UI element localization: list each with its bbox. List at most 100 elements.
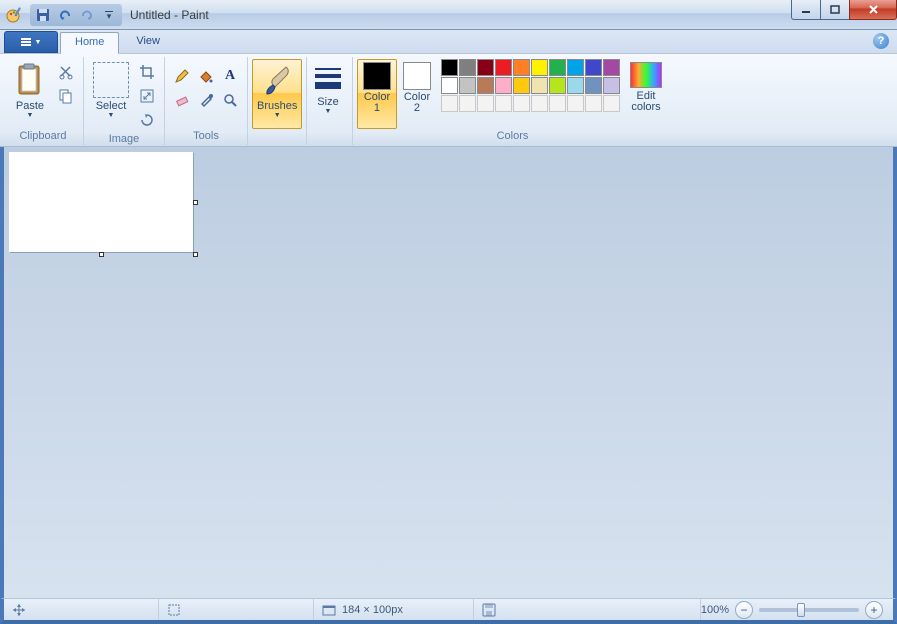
color-swatch[interactable] [603, 77, 620, 94]
status-canvas-size: 184 × 100px [314, 599, 474, 620]
color-swatch[interactable] [585, 59, 602, 76]
zoom-slider[interactable] [759, 608, 859, 612]
canvas-size-icon [322, 603, 336, 617]
title-bar: ▾ Untitled - Paint [0, 0, 897, 30]
magnifier-tool[interactable] [219, 89, 241, 111]
color-swatch[interactable] [495, 95, 512, 112]
color-swatch[interactable] [513, 95, 530, 112]
group-colors: Color 1 Color 2 Edit colors Colors [353, 57, 672, 145]
color-swatch[interactable] [441, 59, 458, 76]
size-icon [312, 62, 344, 94]
color-swatch[interactable] [531, 95, 548, 112]
color1-swatch [363, 62, 391, 90]
color-palette [437, 59, 624, 112]
color2-button[interactable]: Color 2 [397, 59, 437, 129]
color-swatch[interactable] [459, 77, 476, 94]
color-swatch[interactable] [531, 77, 548, 94]
pencil-tool[interactable] [171, 65, 193, 87]
color-swatch[interactable] [495, 59, 512, 76]
brushes-label: Brushes [257, 100, 297, 112]
color-swatch[interactable] [549, 59, 566, 76]
group-label-image: Image [88, 133, 160, 146]
cut-button[interactable] [55, 61, 77, 83]
file-menu-button[interactable]: ▼ [4, 31, 58, 53]
color-picker-tool[interactable] [195, 89, 217, 111]
maximize-button[interactable] [820, 0, 849, 20]
window-title: Untitled - Paint [130, 8, 209, 22]
rotate-button[interactable] [136, 109, 158, 131]
group-brushes: Brushes ▼ [248, 57, 307, 145]
select-button[interactable]: Select ▼ [88, 59, 134, 129]
close-button[interactable] [849, 0, 897, 20]
app-icon [4, 3, 28, 27]
disk-icon [482, 603, 496, 617]
zoom-in-button[interactable]: + [865, 601, 883, 619]
status-file-size [474, 599, 701, 620]
help-button[interactable]: ? [873, 33, 889, 49]
color-swatch[interactable] [477, 59, 494, 76]
status-cursor-position [4, 599, 159, 620]
resize-button[interactable] [136, 85, 158, 107]
paste-button[interactable]: Paste ▼ [7, 59, 53, 129]
color-swatch[interactable] [567, 95, 584, 112]
status-selection-size [159, 599, 314, 620]
window-controls [791, 0, 897, 20]
status-bar: 184 × 100px 100% − + [0, 598, 897, 624]
color-swatch[interactable] [603, 59, 620, 76]
canvas-area[interactable] [0, 147, 897, 598]
zoom-slider-thumb[interactable] [797, 603, 805, 617]
resize-handle-east[interactable] [193, 200, 198, 205]
color-swatch[interactable] [513, 77, 530, 94]
color-swatch[interactable] [585, 95, 602, 112]
color-swatch[interactable] [459, 95, 476, 112]
tab-home[interactable]: Home [60, 32, 119, 54]
fill-tool[interactable] [195, 65, 217, 87]
color-swatch[interactable] [549, 95, 566, 112]
copy-button[interactable] [55, 85, 77, 107]
group-label-colors: Colors [357, 130, 668, 145]
crop-button[interactable] [136, 61, 158, 83]
color-swatch[interactable] [477, 77, 494, 94]
brushes-button[interactable]: Brushes ▼ [252, 59, 302, 129]
chevron-down-icon: ▼ [108, 112, 115, 119]
color-swatch[interactable] [441, 95, 458, 112]
undo-button[interactable] [55, 5, 75, 25]
selection-icon [167, 603, 181, 617]
canvas[interactable] [9, 152, 193, 252]
select-label: Select [96, 100, 127, 112]
tab-view[interactable]: View [121, 31, 175, 53]
save-button[interactable] [33, 5, 53, 25]
color-swatch[interactable] [603, 95, 620, 112]
color-swatch[interactable] [567, 77, 584, 94]
resize-handle-south[interactable] [99, 252, 104, 257]
color-swatch[interactable] [549, 77, 566, 94]
color-swatch[interactable] [531, 59, 548, 76]
color-swatch[interactable] [477, 95, 494, 112]
group-tools: A Tools [165, 57, 248, 145]
group-image: Select ▼ Image [84, 57, 165, 145]
text-tool[interactable]: A [219, 65, 241, 87]
color1-button[interactable]: Color 1 [357, 59, 397, 129]
size-button[interactable]: Size ▼ [308, 59, 348, 129]
tab-row: ▼ Home View ? [0, 30, 897, 54]
chevron-down-icon: ▼ [325, 108, 332, 115]
color-swatch[interactable] [567, 59, 584, 76]
color-swatch[interactable] [513, 59, 530, 76]
color-swatch[interactable] [585, 77, 602, 94]
edit-colors-button[interactable]: Edit colors [624, 59, 668, 129]
cursor-pos-icon [12, 603, 26, 617]
group-clipboard: Paste ▼ Clipboard [3, 57, 84, 145]
color-swatch[interactable] [459, 59, 476, 76]
color2-swatch [403, 62, 431, 90]
zoom-out-button[interactable]: − [735, 601, 753, 619]
eraser-tool[interactable] [171, 89, 193, 111]
color-swatch[interactable] [495, 77, 512, 94]
chevron-down-icon: ▼ [274, 112, 281, 119]
minimize-button[interactable] [791, 0, 820, 20]
color-swatch[interactable] [441, 77, 458, 94]
resize-handle-se[interactable] [193, 252, 198, 257]
qat-customize-button[interactable]: ▾ [99, 5, 119, 25]
paste-label: Paste [16, 100, 44, 112]
paint-window: ▾ Untitled - Paint ▼ Home View ? [0, 0, 897, 624]
redo-button[interactable] [77, 5, 97, 25]
